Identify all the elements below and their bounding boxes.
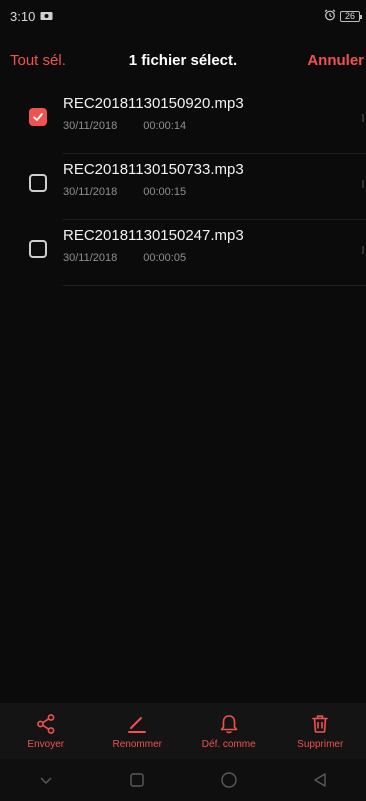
cancel-button[interactable]: Annuler <box>307 52 364 69</box>
file-duration: 00:00:15 <box>143 186 187 198</box>
file-date: 30/11/2018 <box>63 186 118 198</box>
list-divider <box>63 285 366 286</box>
share-icon <box>36 713 55 734</box>
battery-icon: 26 <box>340 10 362 22</box>
set-as-label: Déf. comme <box>201 738 256 750</box>
file-duration: 00:00:14 <box>143 120 187 132</box>
rename-button[interactable]: Renommer <box>97 713 177 750</box>
file-duration: 00:00:05 <box>143 252 187 264</box>
file-name: REC20181130150920.mp3 <box>63 95 244 112</box>
app-root: 3:10 26 Tout sél. 1 fichier sélect. Annu… <box>0 0 366 801</box>
file-checkbox[interactable] <box>29 108 47 126</box>
pencil-icon <box>128 716 147 733</box>
select-all-button[interactable]: Tout sél. <box>10 52 66 69</box>
file-item[interactable]: REC20181130150733.mp3 30/11/2018 00:00:1… <box>0 154 366 220</box>
file-item[interactable]: REC20181130150247.mp3 30/11/2018 00:00:0… <box>0 220 366 286</box>
rename-label: Renommer <box>112 738 162 750</box>
set-as-button[interactable]: Déf. comme <box>189 713 269 750</box>
file-item[interactable]: REC20181130150920.mp3 30/11/2018 00:00:1… <box>0 88 366 154</box>
file-checkbox[interactable] <box>29 174 47 192</box>
send-label: Envoyer <box>27 738 65 750</box>
trash-icon <box>312 714 329 733</box>
file-list: REC20181130150920.mp3 30/11/2018 00:00:1… <box>0 88 366 286</box>
battery-level: 26 <box>344 11 355 21</box>
file-date: 30/11/2018 <box>63 120 118 132</box>
file-name: REC20181130150733.mp3 <box>63 161 244 178</box>
check-icon <box>33 113 43 121</box>
system-nav-bar <box>0 759 366 801</box>
file-name: REC20181130150247.mp3 <box>63 227 244 244</box>
delete-button[interactable]: Supprimer <box>280 713 360 750</box>
bell-icon <box>220 714 238 733</box>
chevron-down-icon[interactable] <box>37 771 55 789</box>
home-circle-icon[interactable] <box>220 771 238 789</box>
selection-action-bar: Tout sél. 1 fichier sélect. Annuler <box>0 44 366 76</box>
status-time: 3:10 <box>10 8 36 24</box>
recents-square-icon[interactable] <box>128 771 146 789</box>
file-date: 30/11/2018 <box>63 252 118 264</box>
send-button[interactable]: Envoyer <box>6 713 86 750</box>
bottom-toolbar: Envoyer Renommer Déf. comme Supprimer <box>0 703 366 759</box>
back-triangle-icon[interactable] <box>311 771 329 789</box>
status-bar: 3:10 26 <box>0 0 366 32</box>
file-checkbox[interactable] <box>29 240 47 258</box>
photo-notification-icon <box>40 9 53 24</box>
delete-label: Supprimer <box>297 738 344 750</box>
alarm-icon <box>324 9 336 24</box>
